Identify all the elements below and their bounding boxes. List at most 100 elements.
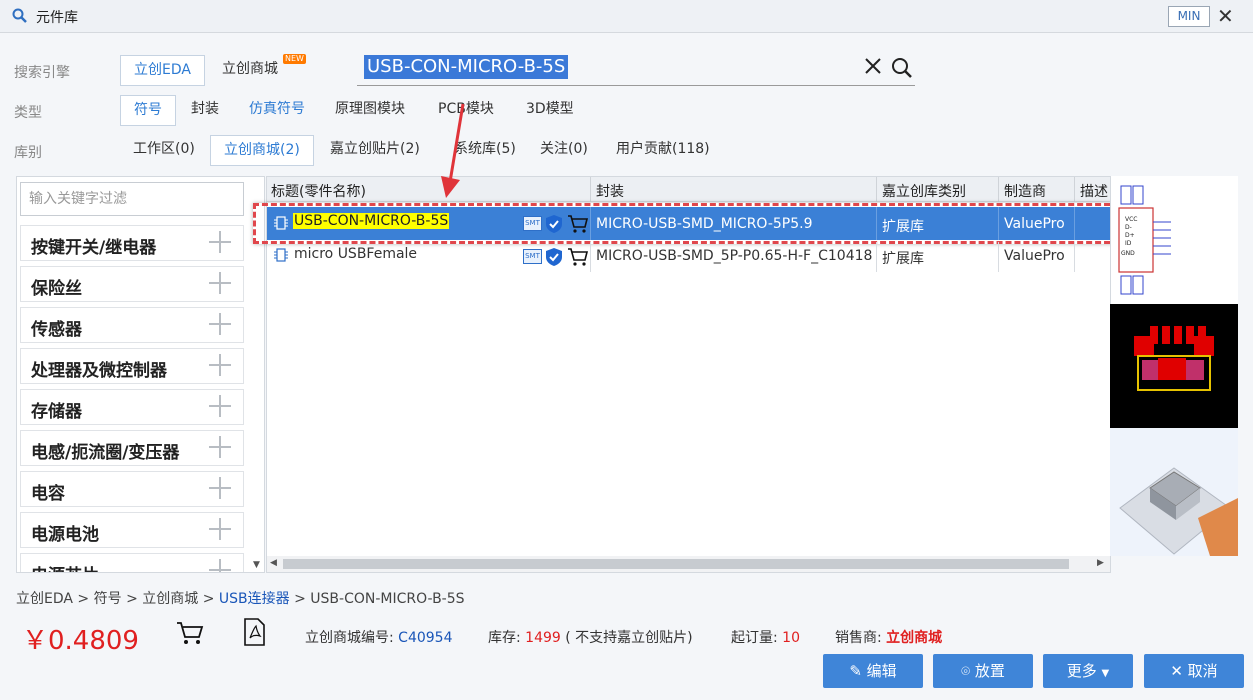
category-item[interactable]: 电感/扼流圈/变压器 (20, 430, 244, 466)
lib-tab-workspace[interactable]: 工作区(0) (120, 135, 208, 166)
lcsc-code-label: 立创商城编号: (305, 630, 394, 646)
column-header-title[interactable]: 标题(零件名称) (271, 181, 366, 201)
place-button[interactable]: ⌾ 放置 (933, 654, 1033, 688)
breadcrumb-separator: > (202, 591, 215, 607)
new-badge: NEW (283, 54, 306, 64)
breadcrumb-current: USB-CON-MICRO-B-5S (310, 591, 465, 607)
more-button[interactable]: 更多 ▼ (1043, 654, 1133, 688)
breadcrumb-link[interactable]: USB连接器 (219, 591, 290, 607)
footprint-preview[interactable] (1110, 304, 1238, 428)
type-tab-footprint[interactable]: 封装 (178, 95, 232, 126)
column-divider (1074, 242, 1075, 272)
filter-input[interactable]: 输入关键字过滤 (20, 182, 244, 216)
annotation-arrow (441, 103, 465, 198)
lib-tab-follow[interactable]: 关注(0) (527, 135, 601, 166)
symbol-pin-label: ID (1125, 240, 1132, 247)
minimize-button[interactable]: MIN (1168, 6, 1210, 27)
category-label: 按键开关/继电器 (31, 238, 157, 258)
type-tab-sim-symbol[interactable]: 仿真符号 (236, 95, 318, 126)
category-label: 电感/扼流圈/变压器 (31, 443, 180, 463)
row-package: MICRO-USB-SMD_5P-P0.65-H-F_C10418 (596, 248, 873, 264)
title-bar (0, 0, 1253, 33)
close-window-button[interactable]: ✕ (1217, 4, 1234, 28)
chevron-down-icon: ▼ (1101, 668, 1110, 679)
type-tab-symbol[interactable]: 符号 (120, 95, 176, 126)
lib-tab-lcsc[interactable]: 立创商城(2) (210, 135, 314, 166)
plus-icon[interactable] (209, 271, 233, 295)
search-icon[interactable] (890, 56, 914, 80)
close-icon[interactable] (864, 57, 882, 75)
category-label: 电源电池 (31, 525, 99, 545)
cart-icon[interactable] (176, 620, 204, 646)
plus-icon[interactable] (209, 312, 233, 336)
lib-tab-user[interactable]: 用户贡献(118) (603, 135, 723, 166)
type-tab-schematic-module[interactable]: 原理图模块 (322, 95, 418, 126)
plus-icon[interactable] (209, 517, 233, 541)
category-item[interactable]: 保险丝 (20, 266, 244, 302)
seller-label: 销售商: (835, 630, 882, 646)
category-label: 存储器 (31, 402, 82, 422)
plus-icon[interactable] (209, 476, 233, 500)
category-item[interactable]: 处理器及微控制器 (20, 348, 244, 384)
category-item[interactable]: 传感器 (20, 307, 244, 343)
breadcrumb-item[interactable]: 立创EDA (16, 591, 73, 607)
column-divider (590, 177, 591, 202)
scroll-right-arrow[interactable]: ▶ (1097, 558, 1104, 568)
category-item[interactable]: 按键开关/继电器 (20, 225, 244, 261)
lcsc-code-value[interactable]: C40954 (398, 630, 452, 646)
table-header (267, 177, 1110, 202)
plus-icon[interactable] (209, 353, 233, 377)
plus-icon[interactable] (209, 230, 233, 254)
symbol-pin-label: D- (1125, 224, 1132, 231)
engine-label: 搜索引擎 (14, 65, 70, 81)
3d-model-preview-graphic (1119, 467, 1238, 556)
column-divider (1074, 177, 1075, 202)
lib-tab-jlc-smt[interactable]: 嘉立创贴片(2) (317, 135, 433, 166)
3d-model-preview[interactable] (1110, 428, 1238, 556)
category-item[interactable]: 电源芯片 (20, 553, 244, 572)
more-label: 更多 (1066, 662, 1097, 680)
scroll-left-arrow[interactable]: ◀ (270, 558, 277, 568)
pdf-icon[interactable] (242, 618, 266, 646)
stock-note: ( 不支持嘉立创贴片) (565, 630, 693, 646)
row-title: micro USBFemale (294, 246, 418, 262)
column-header-manufacturer[interactable]: 制造商 (1004, 181, 1046, 201)
seller-value[interactable]: 立创商城 (886, 630, 942, 646)
breadcrumb-item[interactable]: 符号 (94, 591, 122, 607)
scrollbar-thumb[interactable] (283, 559, 1069, 569)
column-header-category[interactable]: 嘉立创库类别 (882, 181, 966, 201)
search-icon (12, 8, 27, 23)
category-label: 处理器及微控制器 (31, 361, 167, 381)
category-item[interactable]: 电源电池 (20, 512, 244, 548)
search-input[interactable]: USB-CON-MICRO-B-5S (364, 55, 569, 79)
plus-icon[interactable] (209, 435, 233, 459)
plus-icon[interactable] (209, 558, 233, 572)
edit-label: 编辑 (866, 662, 897, 680)
column-header-package[interactable]: 封装 (596, 181, 624, 201)
category-item[interactable]: 存储器 (20, 389, 244, 425)
engine-tab-lcsc[interactable]: 立创商城 (209, 55, 291, 86)
type-tab-3d-model[interactable]: 3D模型 (513, 95, 587, 126)
seller-info: 销售商: 立创商城 (835, 627, 942, 647)
footprint-preview-graphic (1134, 326, 1214, 391)
cart-icon[interactable] (567, 247, 589, 267)
moq-value: 10 (782, 630, 800, 646)
scroll-down-arrow[interactable]: ▼ (253, 560, 260, 570)
category-item[interactable]: 电容 (20, 471, 244, 507)
stock-value: 1499 (525, 630, 561, 646)
row-category: 扩展库 (882, 251, 924, 267)
type-label: 类型 (14, 105, 42, 121)
moq-label: 起订量: (731, 630, 778, 646)
column-divider (876, 242, 877, 272)
breadcrumb-item[interactable]: 立创商城 (142, 591, 198, 607)
column-divider (998, 177, 999, 202)
engine-tab-lceda[interactable]: 立创EDA (120, 55, 205, 86)
column-header-description[interactable]: 描述 (1080, 181, 1110, 201)
edit-button[interactable]: ✎ 编辑 (823, 654, 923, 688)
symbol-preview[interactable]: VCC D- D+ ID GND (1110, 176, 1238, 304)
cancel-button[interactable]: ✕ 取消 (1144, 654, 1244, 688)
plus-icon[interactable] (209, 394, 233, 418)
edit-icon: ✎ (849, 662, 862, 680)
lcsc-code: 立创商城编号: C40954 (305, 627, 452, 647)
smt-badge: SMT (523, 249, 542, 264)
